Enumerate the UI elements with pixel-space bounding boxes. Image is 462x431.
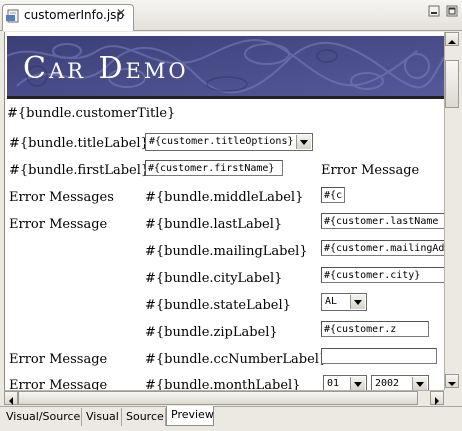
horizontal-scroll-thumb[interactable] <box>18 391 418 405</box>
horizontal-scrollbar[interactable] <box>4 390 444 407</box>
title-select[interactable]: #{customer.titleOptions} <box>145 133 313 151</box>
middle-error: Error Messages <box>9 190 114 205</box>
scroll-up-button[interactable] <box>445 32 459 46</box>
tab-visual[interactable]: Visual <box>82 408 122 426</box>
middle-label: #{bundle.middleLabel} <box>145 190 304 205</box>
state-label: #{bundle.stateLabel} <box>145 298 291 313</box>
last-error: Error Message <box>9 217 108 232</box>
title-select-value: #{customer.titleOptions} <box>149 136 294 147</box>
title-label: #{bundle.titleLabel} <box>9 136 149 151</box>
month-select-value: 01 <box>327 378 340 389</box>
vertical-scroll-thumb[interactable] <box>445 60 459 108</box>
year-select-value: 2002 <box>375 378 400 389</box>
tab-source[interactable]: Source <box>122 408 166 426</box>
scroll-right-button[interactable] <box>430 391 444 405</box>
scroll-left-button[interactable] <box>4 391 18 405</box>
month-error: Error Message <box>9 378 108 390</box>
banner-title: Car Demo <box>23 51 189 86</box>
preview-pane: Car Demo #{bundle.customerTitle} #{bundl… <box>4 32 445 390</box>
editor-tab-title: customerInfo.jsp <box>24 8 125 22</box>
state-select-value: AL <box>325 296 338 307</box>
close-icon[interactable]: ✕ <box>116 6 126 20</box>
first-name-error: Error Message <box>321 163 420 178</box>
jsp-file-icon <box>6 9 19 23</box>
tab-preview[interactable]: Preview <box>166 406 214 426</box>
mailing-address-field[interactable]: #{customer.mailingAd <box>321 240 445 256</box>
zip-field[interactable]: #{customer.z <box>321 321 429 337</box>
city-field[interactable]: #{customer.city} <box>321 267 445 283</box>
last-label: #{bundle.lastLabel} <box>145 217 283 232</box>
year-select[interactable]: 2002 <box>371 375 429 390</box>
scrollbar-corner <box>444 390 460 406</box>
last-name-field[interactable]: #{customer.lastName <box>321 213 445 229</box>
first-label: #{bundle.firstLabel} <box>9 163 150 178</box>
chevron-down-icon <box>350 295 365 309</box>
maximize-icon[interactable] <box>446 5 458 17</box>
customer-title: #{bundle.customerTitle} <box>7 106 176 121</box>
month-select[interactable]: 01 <box>323 375 367 390</box>
tab-visual-source[interactable]: Visual/Source <box>2 408 82 426</box>
chevron-down-icon <box>350 377 365 390</box>
arrow-down-icon <box>448 382 456 386</box>
zip-label: #{bundle.zipLabel} <box>145 325 278 340</box>
cc-error: Error Message <box>9 352 108 367</box>
mailing-label: #{bundle.mailingLabel} <box>145 244 308 259</box>
car-demo-banner: Car Demo <box>7 36 445 99</box>
arrow-up-icon <box>448 40 456 44</box>
state-select[interactable]: AL <box>321 293 367 311</box>
middle-name-field[interactable]: #{c <box>321 187 345 203</box>
first-name-field[interactable]: #{customer.firstName} <box>145 160 283 176</box>
cc-number-field[interactable] <box>321 348 437 364</box>
scroll-down-button[interactable] <box>445 374 459 388</box>
city-label: #{bundle.cityLabel} <box>145 271 283 286</box>
cc-number-label: #{bundle.ccNumberLabel} <box>145 352 328 367</box>
chevron-down-icon <box>412 377 427 390</box>
vertical-scrollbar[interactable] <box>444 32 461 390</box>
chevron-down-icon <box>296 135 311 149</box>
month-label: #{bundle.monthLabel} <box>145 378 301 390</box>
minimize-icon[interactable] <box>428 5 440 17</box>
